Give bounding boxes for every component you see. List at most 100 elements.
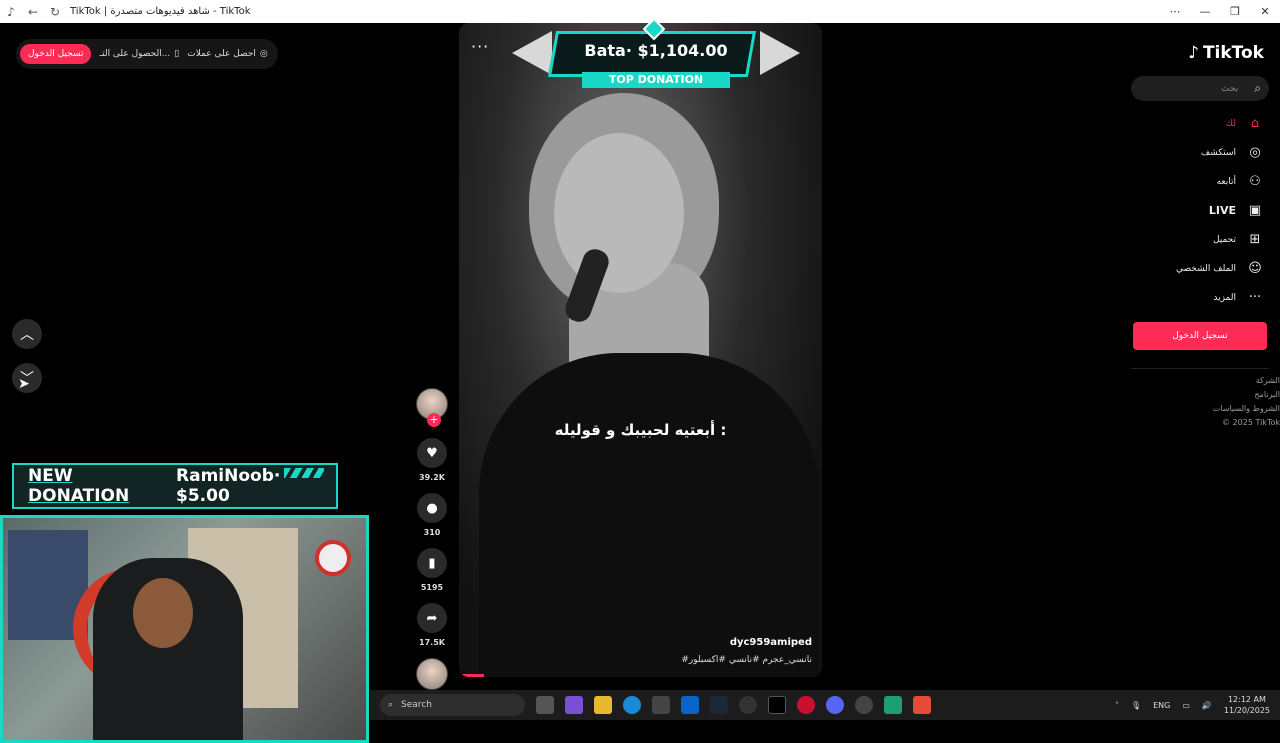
taskbar-search-label: Search <box>401 700 432 710</box>
get-coins-button[interactable]: احصل على عملات ◎ <box>187 49 268 59</box>
video-hashtags[interactable]: #نانسي_عجرم #نانسي #اكسبلور <box>681 655 812 665</box>
follow-plus-icon[interactable]: + <box>427 413 441 427</box>
chevron-up-icon[interactable]: ˄ <box>1115 701 1119 710</box>
bookmark-icon: ▮ <box>428 555 436 571</box>
top-donation-amount: Bata· $1,104.00 <box>584 41 728 60</box>
comment-count: 310 <box>423 528 441 537</box>
top-donation-label: TOP DONATION <box>582 72 730 88</box>
network-icon[interactable]: ▭ <box>1182 701 1190 710</box>
overlay-stripes <box>284 468 324 478</box>
search-input[interactable]: بحث ⌕ <box>1131 76 1269 101</box>
top-donation-overlay: Bata· $1,104.00 TOP DONATION <box>512 17 800 91</box>
language-indicator[interactable]: ENG <box>1153 701 1170 710</box>
system-tray: ˄ 🎙 ENG ▭ 🔊 12:12 AM 11/20/2025 <box>1115 690 1270 720</box>
back-arrow-icon[interactable]: ← <box>22 0 44 23</box>
sidebar-divider <box>1131 368 1269 369</box>
4k-app-icon[interactable] <box>739 696 757 714</box>
footer-link-terms[interactable]: الشروط والسياسات <box>1213 404 1280 413</box>
tiktok-taskbar-icon[interactable] <box>768 696 786 714</box>
comment-button[interactable]: ● <box>417 493 447 523</box>
sidebar-item-more[interactable]: المزيد ··· <box>1213 283 1264 312</box>
steam-icon[interactable] <box>710 696 728 714</box>
comment-icon: ● <box>426 500 438 516</box>
sidebar-item-label: المزيد <box>1213 292 1236 303</box>
opera-icon[interactable] <box>797 696 815 714</box>
minimize-button[interactable]: — <box>1190 0 1220 23</box>
get-app-button[interactable]: الحصول على التـ... ▯ <box>99 49 179 59</box>
sidebar-item-label: لك <box>1225 118 1236 129</box>
top-login-button[interactable]: تسجيل الدخول <box>20 44 92 64</box>
share-button[interactable]: ➦ <box>417 603 447 633</box>
chevron-up-icon: ︿ <box>20 327 34 343</box>
footer-copyright: © 2025 TikTok <box>1222 418 1280 427</box>
sidebar-item-following[interactable]: أتابعه ⚇ <box>1217 167 1264 196</box>
window-title: TikTok | شاهد فيديوهات متصدرة - TikTok <box>70 6 251 17</box>
sidebar-item-foryou[interactable]: لك ⌂ <box>1226 109 1264 138</box>
windows-taskbar: ⌕ Search ˄ 🎙 ENG ▭ 🔊 12:12 AM 11/20/2025 <box>370 690 1280 720</box>
store-icon[interactable] <box>652 696 670 714</box>
sidebar-login-button[interactable]: تسجيل الدخول <box>1133 322 1267 350</box>
tiktok-logo[interactable]: ♪ TikTok <box>1188 43 1264 63</box>
edge-icon[interactable] <box>623 696 641 714</box>
volume-icon[interactable]: 🔊 <box>1202 701 1212 710</box>
sidebar-item-label: تحميل <box>1212 234 1236 245</box>
sidebar-nav: لك ⌂ استكشف ◎ أتابعه ⚇ LIVE ▣ تحميل ⊞ الملف ا… <box>1176 109 1264 312</box>
share-count: 17.5K <box>419 638 445 647</box>
sidebar-footer: الشركة البرنامج الشروط والسياسات © 2025 … <box>1160 376 1280 427</box>
live-icon: ▣ <box>1248 203 1262 218</box>
no-smoking-sign-icon <box>315 540 351 576</box>
streamer-face <box>133 578 193 648</box>
app-icon[interactable] <box>913 696 931 714</box>
search-placeholder: بحث <box>1221 83 1239 94</box>
tiktok-page: تسجيل الدخول الحصول على التـ... ▯ احصل عل… <box>0 17 1280 743</box>
obs-icon[interactable] <box>855 696 873 714</box>
creator-avatar[interactable]: + <box>416 388 448 427</box>
save-count: 5195 <box>420 583 444 592</box>
sidebar-item-label: استكشف <box>1200 147 1236 158</box>
coin-icon: ◎ <box>259 49 268 59</box>
phone-icon: ▯ <box>174 49 180 59</box>
heart-icon: ♥ <box>426 445 438 461</box>
more-menu-icon[interactable]: ⋯ <box>1160 0 1190 23</box>
singer-face <box>554 133 684 293</box>
sidebar-item-upload[interactable]: تحميل ⊞ <box>1213 225 1264 254</box>
microphone-icon[interactable]: 🎙 <box>1131 701 1141 710</box>
video-player[interactable]: ··· أبعتيه لحبيبك و قوليله : dyc959amipe… <box>459 23 822 677</box>
sidebar-item-label: الملف الشخصي <box>1176 263 1236 274</box>
mouse-cursor-icon: ➤ <box>18 376 30 392</box>
footer-link-program[interactable]: البرنامج <box>1254 390 1280 399</box>
following-icon: ⚇ <box>1249 174 1261 189</box>
file-explorer-icon[interactable] <box>594 696 612 714</box>
video-author[interactable]: dyc959amiped <box>730 637 812 648</box>
video-progress-bar[interactable] <box>459 674 484 677</box>
search-icon[interactable]: ⌕ <box>1254 81 1261 96</box>
more-icon: ··· <box>1248 290 1262 305</box>
profile-icon: ☺ <box>1248 261 1262 276</box>
footer-link-company[interactable]: الشركة <box>1256 376 1280 385</box>
task-view-icon[interactable] <box>536 696 554 714</box>
streamer-webcam <box>0 515 369 743</box>
save-button[interactable]: ▮ <box>417 548 447 578</box>
browser-titlebar: ♪ ← ↻ TikTok | شاهد فيديوهات متصدرة - Ti… <box>0 0 1280 23</box>
like-button[interactable]: ♥ <box>417 438 447 468</box>
outlook-icon[interactable] <box>681 696 699 714</box>
top-action-bar: تسجيل الدخول الحصول على التـ... ▯ احصل عل… <box>16 39 278 69</box>
share-icon: ➦ <box>426 610 438 626</box>
taskbar-search[interactable]: ⌕ Search <box>380 694 525 716</box>
copilot-icon[interactable] <box>565 696 583 714</box>
streamlabs-icon[interactable] <box>884 696 902 714</box>
previous-video-button[interactable]: ︿ <box>12 319 42 349</box>
taskbar-clock[interactable]: 12:12 AM 11/20/2025 <box>1224 694 1270 716</box>
music-disc-avatar[interactable] <box>416 658 448 690</box>
video-caption: أبعتيه لحبيبك و قوليله : <box>554 421 727 439</box>
close-button[interactable]: ✕ <box>1250 0 1280 23</box>
sidebar-item-explore[interactable]: استكشف ◎ <box>1201 138 1264 167</box>
reload-icon[interactable]: ↻ <box>44 0 66 23</box>
clock-time: 12:12 AM <box>1227 695 1266 704</box>
sidebar-item-live[interactable]: LIVE ▣ <box>1209 196 1264 225</box>
discord-icon[interactable] <box>826 696 844 714</box>
video-options-icon[interactable]: ··· <box>471 37 489 56</box>
sidebar-item-label: LIVE <box>1208 204 1236 217</box>
sidebar-item-profile[interactable]: الملف الشخصي ☺ <box>1176 254 1264 283</box>
maximize-button[interactable]: ❐ <box>1220 0 1250 23</box>
